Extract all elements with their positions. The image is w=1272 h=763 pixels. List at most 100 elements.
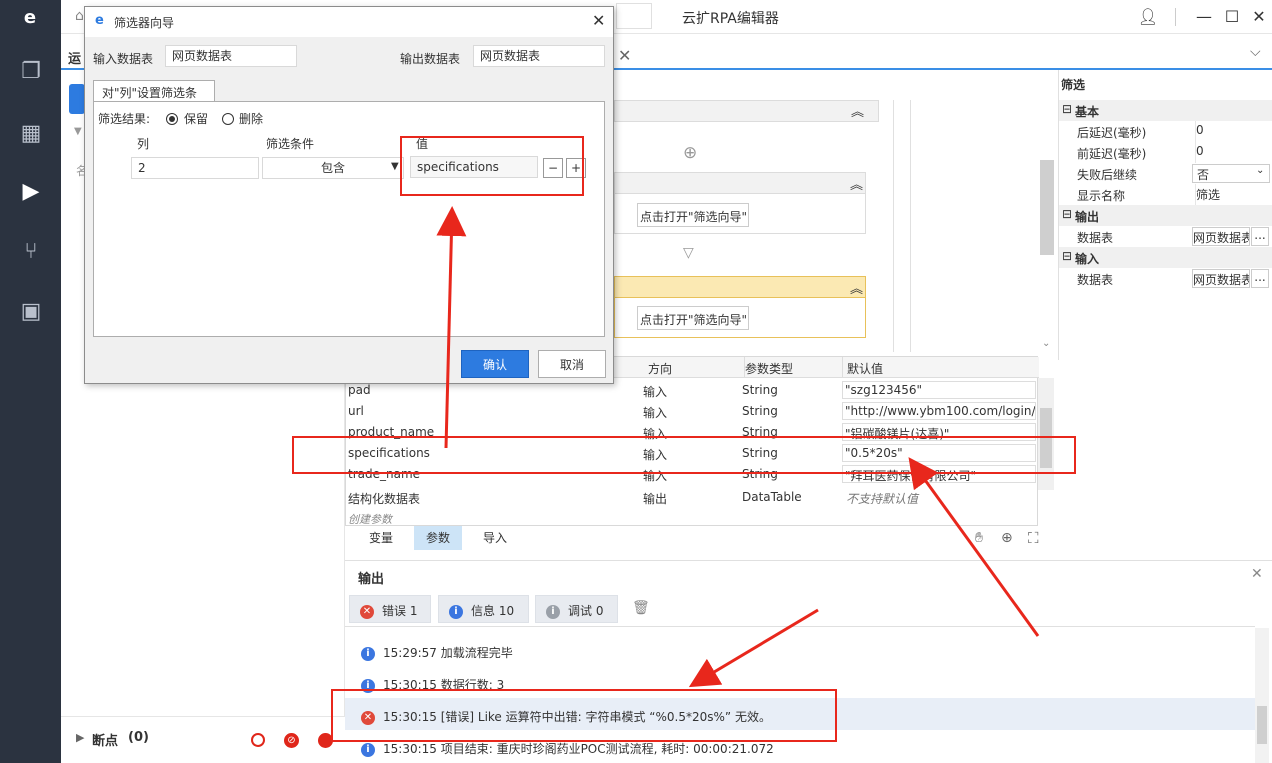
prop-value[interactable]: 筛选	[1195, 184, 1272, 205]
param-default[interactable]: "铝碳酸镁片(达喜)"	[842, 423, 1036, 441]
run-debug-icon[interactable]: ▶	[17, 178, 45, 206]
section-input[interactable]: ⊟ 输入	[1059, 247, 1272, 268]
prop-output-table[interactable]: 数据表 网页数据表 ...	[1059, 226, 1272, 247]
column-input[interactable]: 2	[131, 157, 259, 179]
section-output[interactable]: ⊟ 输出	[1059, 205, 1272, 226]
package-icon[interactable]: ▣	[17, 298, 45, 326]
input-table-field[interactable]: 网页数据表	[165, 45, 297, 67]
param-name[interactable]: specifications	[348, 446, 430, 460]
hand-icon[interactable]: ✋︎	[975, 530, 983, 546]
param-type[interactable]: String	[742, 467, 778, 481]
browse-button[interactable]: ...	[1251, 227, 1269, 246]
delete-radio[interactable]	[222, 111, 234, 125]
grid-icon[interactable]: ▦	[17, 120, 45, 148]
tab-debug[interactable]: i 调试 0	[535, 595, 618, 623]
param-name[interactable]: pad	[348, 383, 371, 397]
collapse-section-icon[interactable]: ⊟	[1062, 102, 1072, 116]
table-row[interactable]: 结构化数据表 输出 DataTable 不支持默认值	[346, 487, 1039, 508]
title-search-box[interactable]	[616, 3, 652, 29]
tab-parameters[interactable]: 参数	[414, 526, 462, 550]
user-icon[interactable]: 👤︎	[1136, 6, 1160, 28]
param-default[interactable]: "拜耳医药保健有限公司"	[842, 465, 1036, 483]
log-row[interactable]: i 15:29:57 加载流程完毕	[345, 634, 1255, 666]
value-input[interactable]: specifications	[410, 156, 538, 178]
keep-radio[interactable]	[166, 111, 178, 125]
add-row-button[interactable]: +	[566, 158, 586, 178]
expand-breakpoints-icon[interactable]: ▶	[76, 731, 84, 744]
prop-value[interactable]: 网页数据表	[1192, 227, 1250, 246]
prop-delay-after[interactable]: 后延迟(毫秒) 0	[1059, 121, 1272, 142]
prop-continue-on-fail[interactable]: 失败后继续 否 ⌄	[1059, 163, 1272, 184]
breakpoint-toggle-icon[interactable]	[251, 733, 265, 747]
fit-screen-icon[interactable]: ⛶	[1028, 529, 1039, 547]
close-window-icon[interactable]: ✕	[1247, 6, 1271, 28]
copy-icon[interactable]: ❐	[17, 58, 45, 86]
tab-import[interactable]: 导入	[472, 526, 518, 550]
dropdown-arrow-icon[interactable]: ▼	[391, 161, 399, 172]
param-name[interactable]: product_name	[348, 425, 434, 439]
prop-delay-before[interactable]: 前延迟(毫秒) 0	[1059, 142, 1272, 163]
zoom-icon[interactable]: ⊕	[1001, 530, 1013, 546]
breakpoint-clear-icon[interactable]	[318, 733, 333, 748]
branch-icon[interactable]: ⑂	[17, 238, 45, 266]
table-row[interactable]: product_name 输入 String "铝碳酸镁片(达喜)"	[346, 422, 1039, 443]
open-wizard-button-1[interactable]: 点击打开"筛选向导"	[637, 203, 749, 227]
section-basic[interactable]: ⊟ 基本	[1059, 100, 1272, 121]
log-row[interactable]: i 15:30:15 数据行数: 3	[345, 666, 1255, 698]
output-scrollbar-thumb[interactable]	[1257, 706, 1267, 744]
create-param-link[interactable]: 创建参数	[348, 511, 392, 527]
minimize-icon[interactable]: —	[1192, 6, 1216, 28]
collapse-up-icon[interactable]: ︽	[851, 101, 864, 120]
log-row[interactable]: i 15:30:15 项目结束: 重庆时珍阁药业POC测试流程, 耗时: 00:0…	[345, 730, 1255, 762]
prop-value[interactable]: 网页数据表	[1192, 269, 1250, 288]
prop-value[interactable]: 0	[1195, 142, 1272, 163]
param-direction[interactable]: 输入	[643, 446, 667, 463]
table-row[interactable]: url 输入 String "http://www.ybm100.com/log…	[346, 401, 1039, 422]
tab-info[interactable]: i 信息 10	[438, 595, 529, 623]
scroll-down-icon[interactable]: ⌄	[1042, 338, 1050, 349]
collapse-section-icon[interactable]: ⊟	[1062, 207, 1072, 221]
close-output-icon[interactable]: ✕	[1251, 566, 1263, 582]
breakpoint-disable-icon[interactable]: ⊘	[284, 733, 299, 748]
trash-icon[interactable]: 🗑︎	[632, 600, 650, 616]
tab-column-filter[interactable]: 对"列"设置筛选条件	[93, 80, 215, 117]
collapse-section-icon[interactable]: ⊟	[1062, 249, 1072, 263]
output-table-field[interactable]: 网页数据表	[473, 45, 605, 67]
tab-variables[interactable]: 变量	[358, 526, 404, 550]
home-icon[interactable]: ⌂	[75, 8, 84, 24]
log-row-selected[interactable]: ✕ 15:30:15 [错误] Like 运算符中出错: 字符串模式 “%0.5*…	[345, 698, 1255, 730]
param-default[interactable]: "http://www.ybm100.com/login/l	[842, 402, 1036, 420]
param-type[interactable]: String	[742, 404, 778, 418]
prop-display-name[interactable]: 显示名称 筛选	[1059, 184, 1272, 205]
param-default[interactable]: "0.5*20s"	[842, 444, 1036, 462]
tab-errors[interactable]: ✕ 错误 1	[349, 595, 431, 623]
prop-value[interactable]: 0	[1195, 121, 1272, 142]
param-scrollbar-thumb[interactable]	[1040, 408, 1052, 468]
param-direction[interactable]: 输出	[643, 490, 667, 507]
param-type[interactable]: String	[742, 446, 778, 460]
browse-button[interactable]: ...	[1251, 269, 1269, 288]
collapse-up-icon[interactable]: ︽	[850, 174, 863, 193]
table-row[interactable]: specifications 输入 String "0.5*20s"	[346, 443, 1039, 464]
param-direction[interactable]: 输入	[643, 467, 667, 484]
param-direction[interactable]: 输入	[643, 425, 667, 442]
condition-select[interactable]: 包含	[262, 157, 404, 179]
add-activity-icon[interactable]: ⊕	[683, 143, 697, 163]
collapse-up-icon[interactable]: ︽	[850, 278, 863, 297]
param-type[interactable]: String	[742, 383, 778, 397]
param-name[interactable]: url	[348, 404, 364, 418]
param-default[interactable]: "szg123456"	[842, 381, 1036, 399]
prop-input-table[interactable]: 数据表 网页数据表 ...	[1059, 268, 1272, 289]
left-tab-label[interactable]: 运	[68, 48, 81, 67]
run-button[interactable]	[69, 84, 85, 114]
param-type[interactable]: DataTable	[742, 490, 802, 504]
dropdown-chevron-icon[interactable]: ⌄	[1256, 165, 1264, 176]
param-type[interactable]: String	[742, 425, 778, 439]
param-direction[interactable]: 输入	[643, 383, 667, 400]
close-tab-icon[interactable]: ✕	[618, 46, 631, 65]
param-name[interactable]: trade_name	[348, 467, 420, 481]
param-direction[interactable]: 输入	[643, 404, 667, 421]
table-row[interactable]: trade_name 输入 String "拜耳医药保健有限公司"	[346, 464, 1039, 485]
maximize-icon[interactable]: ☐	[1220, 6, 1244, 28]
confirm-button[interactable]: 确认	[461, 350, 529, 378]
